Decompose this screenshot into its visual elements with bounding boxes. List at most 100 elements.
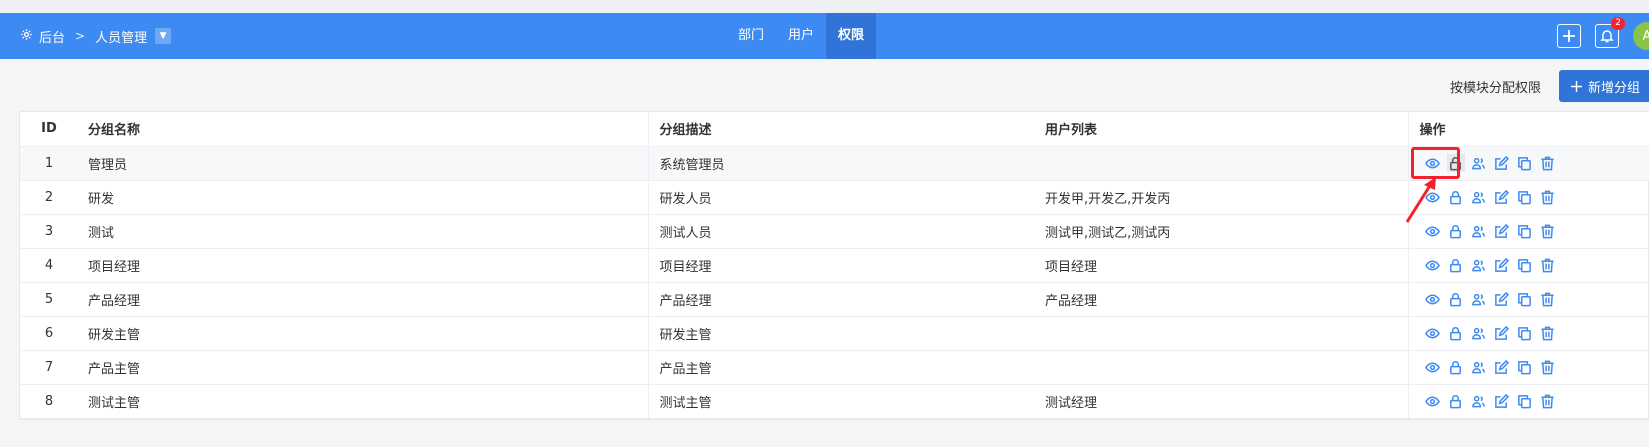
view-icon[interactable] bbox=[1424, 154, 1442, 172]
lock-icon[interactable] bbox=[1447, 222, 1465, 240]
row-name: 研发主管 bbox=[78, 316, 649, 351]
assign-by-module-button[interactable]: 按模块分配权限 bbox=[1450, 77, 1541, 96]
view-icon[interactable] bbox=[1424, 222, 1442, 240]
delete-icon[interactable] bbox=[1539, 392, 1557, 410]
row-users bbox=[1034, 146, 1409, 181]
copy-icon[interactable] bbox=[1516, 256, 1534, 274]
row-name: 测试 bbox=[78, 214, 649, 249]
header-name: 分组名称 bbox=[78, 112, 649, 147]
users-icon[interactable] bbox=[1470, 358, 1488, 376]
users-icon[interactable] bbox=[1470, 256, 1488, 274]
table-row[interactable]: 1 管理员 系统管理员 bbox=[20, 146, 1649, 181]
row-actions bbox=[1408, 214, 1649, 249]
row-users: 项目经理 bbox=[1034, 248, 1409, 283]
delete-icon[interactable] bbox=[1539, 154, 1557, 172]
edit-icon[interactable] bbox=[1493, 222, 1511, 240]
copy-icon[interactable] bbox=[1516, 154, 1534, 172]
header-users: 用户列表 bbox=[1034, 112, 1409, 147]
breadcrumb-current[interactable]: 人员管理 bbox=[95, 27, 147, 46]
view-icon[interactable] bbox=[1424, 256, 1442, 274]
lock-icon[interactable] bbox=[1447, 188, 1465, 206]
table-row[interactable]: 5 产品经理 产品经理 产品经理 bbox=[20, 282, 1649, 317]
lock-icon[interactable] bbox=[1447, 358, 1465, 376]
edit-icon[interactable] bbox=[1493, 392, 1511, 410]
tab-department[interactable]: 部门 bbox=[726, 13, 776, 59]
lock-icon[interactable] bbox=[1447, 256, 1465, 274]
view-icon[interactable] bbox=[1424, 324, 1442, 342]
view-icon[interactable] bbox=[1424, 290, 1442, 308]
copy-icon[interactable] bbox=[1516, 188, 1534, 206]
notification-button[interactable]: 2 bbox=[1595, 17, 1625, 48]
edit-icon[interactable] bbox=[1493, 324, 1511, 342]
edit-icon[interactable] bbox=[1493, 154, 1511, 172]
add-group-button[interactable]: 新增分组 bbox=[1559, 70, 1649, 102]
row-desc: 项目经理 bbox=[648, 248, 1034, 283]
gear-icon bbox=[20, 28, 33, 45]
tab-users[interactable]: 用户 bbox=[776, 13, 826, 59]
module-tabs: 部门 用户 权限 bbox=[726, 13, 877, 59]
view-icon[interactable] bbox=[1424, 358, 1442, 376]
avatar[interactable]: A bbox=[1633, 22, 1649, 50]
table-row[interactable]: 6 研发主管 研发主管 bbox=[20, 316, 1649, 351]
row-id: 8 bbox=[20, 384, 78, 419]
row-desc: 研发主管 bbox=[648, 316, 1034, 351]
delete-icon[interactable] bbox=[1539, 256, 1557, 274]
users-icon[interactable] bbox=[1470, 188, 1488, 206]
row-actions bbox=[1408, 316, 1649, 351]
row-actions bbox=[1408, 350, 1649, 385]
users-icon[interactable] bbox=[1470, 324, 1488, 342]
users-icon[interactable] bbox=[1470, 154, 1488, 172]
users-icon[interactable] bbox=[1470, 392, 1488, 410]
lock-icon[interactable] bbox=[1447, 290, 1465, 308]
row-desc: 测试主管 bbox=[648, 384, 1034, 419]
users-icon[interactable] bbox=[1470, 222, 1488, 240]
view-icon[interactable] bbox=[1424, 392, 1442, 410]
view-icon[interactable] bbox=[1424, 188, 1442, 206]
edit-icon[interactable] bbox=[1493, 290, 1511, 308]
lock-icon[interactable] bbox=[1446, 154, 1465, 172]
delete-icon[interactable] bbox=[1539, 188, 1557, 206]
add-button[interactable] bbox=[1557, 24, 1581, 48]
edit-icon[interactable] bbox=[1493, 188, 1511, 206]
top-navbar: 后台 > 人员管理 ▼ 部门 用户 权限 2 A bbox=[0, 13, 1649, 59]
row-name: 产品主管 bbox=[78, 350, 649, 385]
breadcrumb: 后台 > 人员管理 ▼ bbox=[20, 13, 172, 59]
copy-icon[interactable] bbox=[1516, 290, 1534, 308]
copy-icon[interactable] bbox=[1516, 222, 1534, 240]
row-desc: 测试人员 bbox=[648, 214, 1034, 249]
chevron-down-icon[interactable]: ▼ bbox=[155, 28, 172, 44]
row-actions bbox=[1408, 180, 1649, 215]
header-desc: 分组描述 bbox=[648, 112, 1034, 147]
row-users: 产品经理 bbox=[1034, 282, 1409, 317]
table-row[interactable]: 3 测试 测试人员 测试甲,测试乙,测试丙 bbox=[20, 214, 1649, 249]
edit-icon[interactable] bbox=[1493, 358, 1511, 376]
row-users bbox=[1034, 350, 1409, 385]
copy-icon[interactable] bbox=[1516, 358, 1534, 376]
tab-permissions[interactable]: 权限 bbox=[826, 13, 877, 59]
row-actions bbox=[1408, 146, 1649, 181]
plus-icon bbox=[1571, 80, 1582, 92]
browser-strip bbox=[0, 0, 1649, 13]
copy-icon[interactable] bbox=[1516, 324, 1534, 342]
table-row[interactable]: 8 测试主管 测试主管 测试经理 bbox=[20, 384, 1649, 419]
row-id: 3 bbox=[20, 214, 78, 249]
chevron-right-icon: > bbox=[75, 29, 86, 43]
edit-icon[interactable] bbox=[1493, 256, 1511, 274]
row-users: 开发甲,开发乙,开发丙 bbox=[1034, 180, 1409, 215]
delete-icon[interactable] bbox=[1539, 324, 1557, 342]
delete-icon[interactable] bbox=[1539, 290, 1557, 308]
row-users: 测试甲,测试乙,测试丙 bbox=[1034, 214, 1409, 249]
copy-icon[interactable] bbox=[1516, 392, 1534, 410]
users-icon[interactable] bbox=[1470, 290, 1488, 308]
table-row[interactable]: 2 研发 研发人员 开发甲,开发乙,开发丙 bbox=[20, 180, 1649, 215]
table-row[interactable]: 4 项目经理 项目经理 项目经理 bbox=[20, 248, 1649, 283]
table-row[interactable]: 7 产品主管 产品主管 bbox=[20, 350, 1649, 385]
row-name: 产品经理 bbox=[78, 282, 649, 317]
row-name: 项目经理 bbox=[78, 248, 649, 283]
delete-icon[interactable] bbox=[1539, 358, 1557, 376]
delete-icon[interactable] bbox=[1539, 222, 1557, 240]
lock-icon[interactable] bbox=[1447, 392, 1465, 410]
breadcrumb-home[interactable]: 后台 bbox=[39, 27, 65, 46]
lock-icon[interactable] bbox=[1447, 324, 1465, 342]
header-id: ID bbox=[20, 112, 78, 147]
